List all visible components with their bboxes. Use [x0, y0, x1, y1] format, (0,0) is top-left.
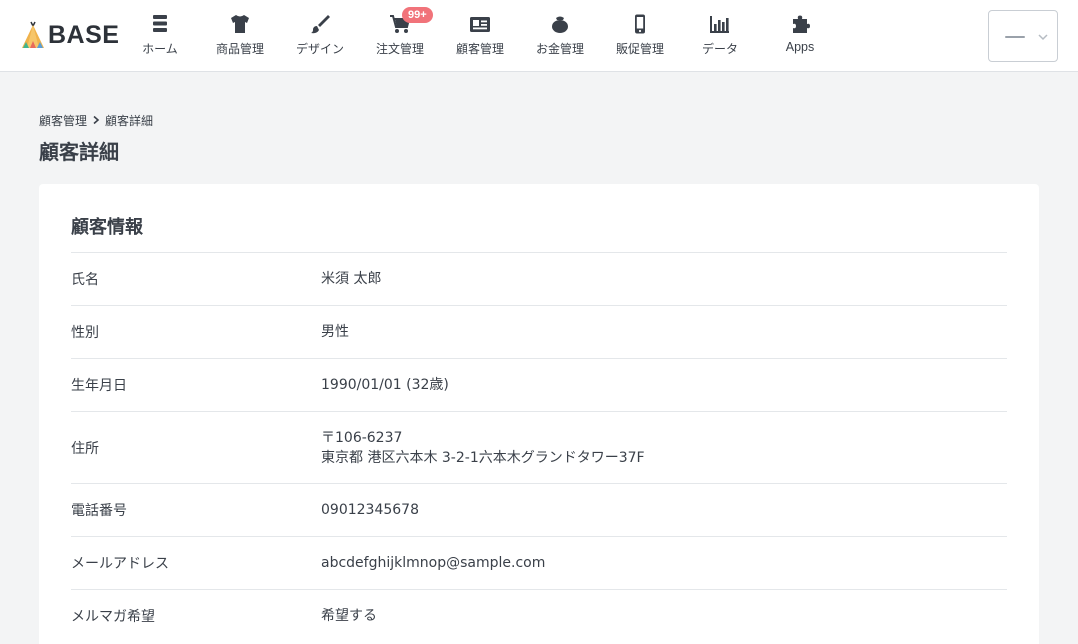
nav-item-data[interactable]: データ	[680, 0, 760, 72]
base-logo[interactable]: BASE	[20, 18, 119, 52]
nav-item-design[interactable]: デザイン	[280, 0, 360, 72]
breadcrumb: 顧客管理 顧客詳細	[39, 112, 153, 128]
nav-label-customers: 顧客管理	[455, 42, 504, 56]
customer-info-title: 顧客情報	[71, 217, 143, 238]
nav-label-home: ホーム	[142, 42, 178, 56]
top-navigation-bar: BASE ホーム 商品管理 デザイン 99+ 注文管理 顧客管理 お金管理 販促…	[0, 0, 1078, 72]
nav-label-orders: 注文管理	[375, 42, 424, 56]
smartphone-icon	[635, 14, 645, 34]
list-icon	[153, 15, 167, 32]
orders-count-badge: 99+	[402, 7, 433, 23]
nav-label-apps: Apps	[785, 40, 815, 54]
nav-item-promotion[interactable]: 販促管理	[600, 0, 680, 72]
logo-text: BASE	[48, 20, 120, 49]
row-value: 希望する	[321, 608, 377, 624]
row-label: 住所	[71, 440, 99, 457]
account-name-placeholder	[1005, 36, 1025, 38]
nav-item-orders[interactable]: 99+ 注文管理	[360, 0, 440, 72]
nav-item-money[interactable]: お金管理	[520, 0, 600, 72]
tshirt-icon	[231, 15, 249, 33]
chevron-right-icon	[93, 115, 100, 125]
breadcrumb-current: 顧客詳細	[105, 113, 154, 128]
customer-row-gender: 性別 男性	[71, 305, 1007, 358]
street-address: 東京都 港区六本木 3-2-1六本木グランドタワー37F	[321, 449, 645, 466]
customer-row-birthdate: 生年月日 1990/01/01 (32歳)	[71, 358, 1007, 411]
customer-row-email: メールアドレス abcdefghijklmnop@sample.com	[71, 536, 1007, 589]
customer-row-name: 氏名 米須 太郎	[71, 252, 1007, 305]
bar-chart-icon	[710, 16, 729, 33]
customer-info-card: 顧客情報 氏名 米須 太郎 性別 男性 生年月日 1990/01/01 (32歳…	[39, 184, 1039, 644]
nav-item-products[interactable]: 商品管理	[200, 0, 280, 72]
nav-item-home[interactable]: ホーム	[120, 0, 200, 72]
row-label: 生年月日	[71, 378, 127, 394]
page-title: 顧客詳細	[39, 140, 119, 164]
customer-row-newsletter: メルマガ希望 希望する	[71, 589, 1007, 642]
customer-row-phone: 電話番号 09012345678	[71, 483, 1007, 536]
row-value: 〒106-6237 東京都 港区六本木 3-2-1六本木グランドタワー37F	[321, 428, 645, 468]
chevron-down-icon	[1038, 34, 1048, 41]
coin-purse-icon	[552, 16, 568, 33]
row-value: 男性	[321, 324, 349, 340]
nav-label-products: 商品管理	[215, 42, 264, 56]
row-label: メルマガ希望	[71, 609, 155, 625]
row-value: abcdefghijklmnop@sample.com	[321, 555, 546, 571]
teepee-logo-icon	[22, 21, 44, 48]
customer-info-list: 氏名 米須 太郎 性別 男性 生年月日 1990/01/01 (32歳) 住所 …	[71, 252, 1007, 642]
puzzle-icon	[793, 15, 810, 33]
row-label: 氏名	[71, 272, 99, 288]
breadcrumb-parent-link[interactable]: 顧客管理	[39, 112, 87, 129]
account-menu-dropdown[interactable]	[988, 10, 1058, 62]
id-card-icon	[470, 17, 490, 32]
customer-row-address: 住所 〒106-6237 東京都 港区六本木 3-2-1六本木グランドタワー37…	[71, 411, 1007, 483]
postal-code: 〒106-6237	[321, 429, 403, 446]
nav-label-money: お金管理	[535, 42, 584, 56]
nav-item-customers[interactable]: 顧客管理	[440, 0, 520, 72]
brush-icon	[311, 15, 330, 34]
row-value: 米須 太郎	[321, 271, 382, 287]
main-nav: ホーム 商品管理 デザイン 99+ 注文管理 顧客管理 お金管理 販促管理 デー…	[120, 0, 840, 72]
row-label: 性別	[71, 325, 99, 341]
nav-label-design: デザイン	[295, 42, 344, 56]
row-label: 電話番号	[71, 503, 127, 519]
nav-label-data: データ	[701, 42, 738, 56]
row-value: 09012345678	[321, 502, 419, 518]
row-label: メールアドレス	[71, 556, 169, 572]
row-value: 1990/01/01 (32歳)	[321, 377, 449, 393]
nav-label-promotion: 販促管理	[615, 42, 664, 56]
nav-item-apps[interactable]: Apps	[760, 0, 840, 72]
